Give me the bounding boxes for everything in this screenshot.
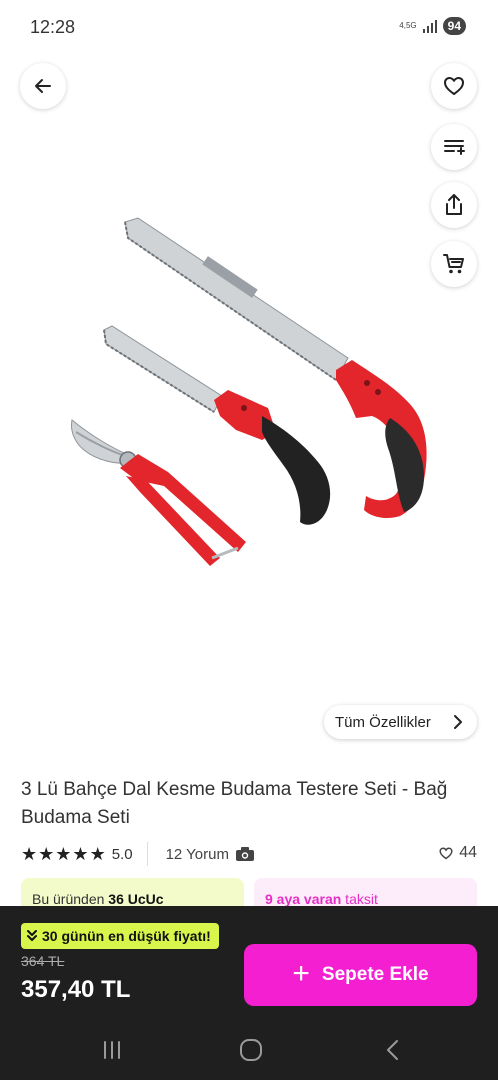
installment-promo-bold: 9 aya varan bbox=[265, 891, 342, 907]
system-nav-bar bbox=[0, 1020, 498, 1080]
all-features-label: Tüm Özellikler bbox=[335, 713, 431, 731]
installment-promo-text: taksit bbox=[341, 891, 378, 907]
camera-icon bbox=[235, 847, 254, 861]
star-icon: ★ bbox=[55, 844, 72, 864]
all-features-button[interactable]: Tüm Özellikler bbox=[324, 705, 477, 739]
add-to-cart-label: Sepete Ekle bbox=[321, 964, 429, 985]
rating-row: ★ ★ ★ ★ ★ 5.0 12 Yorum 44 bbox=[21, 842, 477, 866]
status-bar: 12:28 4,5G 94 bbox=[0, 0, 498, 54]
heart-icon bbox=[444, 77, 464, 95]
reviews-label: 12 Yorum bbox=[165, 845, 229, 863]
battery-icon: 94 bbox=[442, 17, 466, 35]
status-icons: 4,5G 94 bbox=[399, 17, 466, 35]
lowest-price-badge: 30 günün en düşük fiyatı! bbox=[21, 923, 219, 949]
arrow-left-icon bbox=[35, 79, 51, 93]
old-price: 364 TL bbox=[21, 953, 65, 969]
favorite-count[interactable]: 44 bbox=[439, 844, 477, 862]
heart-outline-icon bbox=[439, 847, 453, 859]
folding-saw bbox=[103, 325, 331, 525]
reviews-link[interactable]: 12 Yorum bbox=[166, 846, 255, 863]
pruning-shears bbox=[71, 419, 246, 566]
double-chevron-down-icon bbox=[27, 930, 37, 941]
lowest-price-text: 30 günün en düşük fiyatı! bbox=[42, 928, 211, 944]
home-icon[interactable] bbox=[231, 1036, 271, 1064]
status-time: 12:28 bbox=[30, 17, 76, 37]
purchase-bar: 30 günün en düşük fiyatı! 364 TL 357,40 … bbox=[0, 906, 498, 1080]
back-button[interactable] bbox=[20, 63, 66, 109]
star-icon: ★ bbox=[72, 844, 89, 864]
current-price: 357,40 TL bbox=[21, 976, 131, 1003]
recent-apps-icon[interactable] bbox=[92, 1036, 132, 1064]
signal-icon bbox=[422, 19, 437, 33]
points-promo-amount: 36 UcUc bbox=[108, 891, 164, 907]
favorite-count-value: 44 bbox=[459, 844, 477, 861]
points-promo-text: Bu üründen bbox=[32, 891, 109, 907]
favorite-button[interactable] bbox=[431, 63, 477, 109]
rating-score: 5.0 bbox=[111, 845, 133, 863]
plus-icon: + bbox=[292, 956, 310, 990]
divider bbox=[146, 842, 148, 866]
product-title: 3 Lü Bahçe Dal Kesme Budama Testere Seti… bbox=[21, 779, 448, 828]
star-icon: ★ bbox=[38, 844, 55, 864]
star-icon: ★ bbox=[21, 844, 38, 864]
star-icon: ★ bbox=[89, 844, 106, 864]
product-image[interactable] bbox=[0, 180, 498, 620]
star-rating: ★ ★ ★ ★ ★ bbox=[21, 845, 106, 863]
back-nav-icon[interactable] bbox=[372, 1036, 412, 1064]
add-to-cart-button[interactable]: + Sepete Ekle bbox=[244, 944, 477, 1006]
compare-button[interactable] bbox=[431, 124, 477, 170]
list-add-icon bbox=[444, 140, 465, 155]
chevron-right-icon bbox=[454, 715, 462, 729]
network-type: 4,5G bbox=[399, 21, 417, 30]
